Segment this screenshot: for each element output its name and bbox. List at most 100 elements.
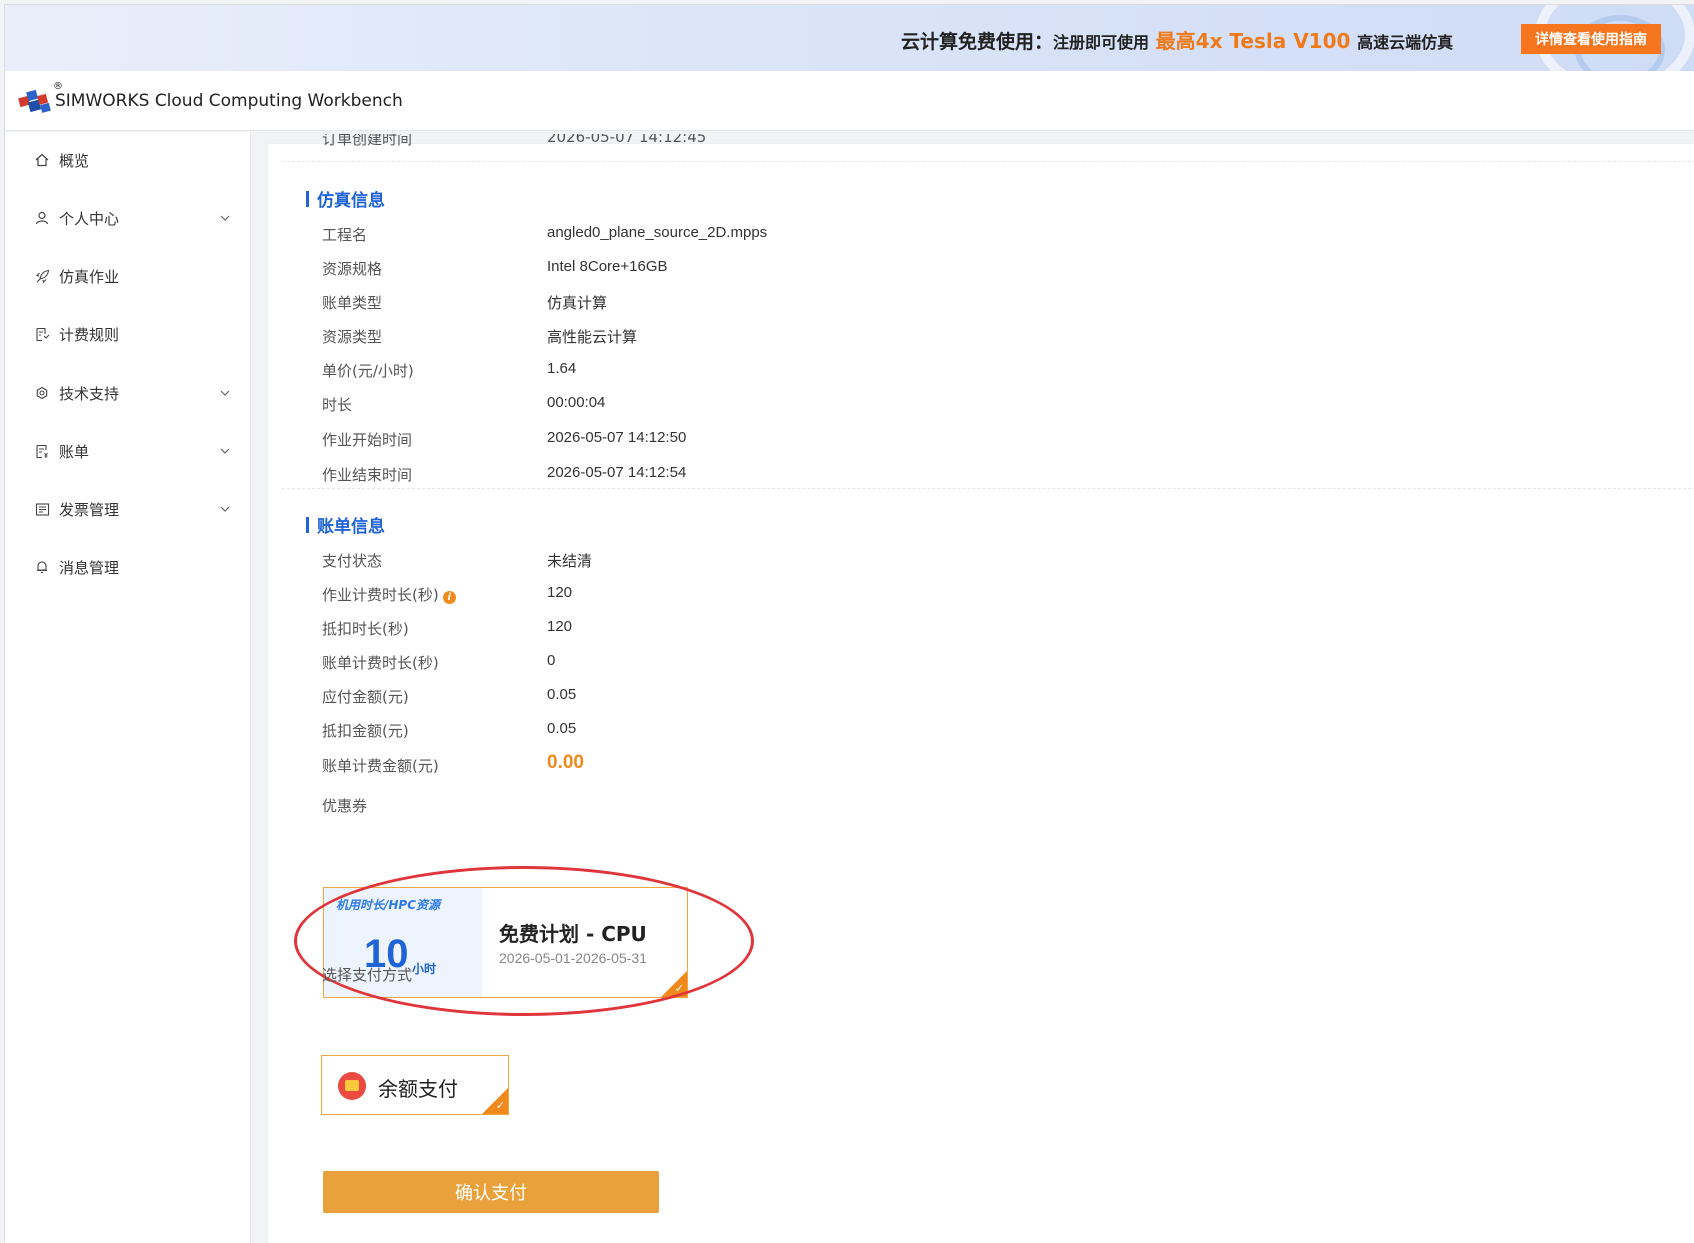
sidebar-item-simulation-jobs[interactable]: 仿真作业 — [5, 256, 251, 296]
info-row-unit-price: 单价(元/小时) 1.64 — [322, 358, 1222, 382]
chevron-down-icon[interactable] — [219, 387, 231, 399]
row-label: 资源类型 — [322, 328, 383, 346]
coupon-label-row: 优惠券 — [322, 793, 1222, 817]
info-row-bill-amount: 账单计费金额(元) 0.00 — [322, 752, 1222, 777]
row-label: 工程名 — [322, 226, 368, 244]
billing-info-title: 账单信息 — [306, 512, 385, 537]
payment-method-label: 选择支付方式 — [322, 966, 413, 984]
info-icon[interactable]: i — [442, 591, 456, 604]
section-divider — [282, 488, 1694, 489]
brand-text: SIMWORKS Cloud Computing Workbench — [55, 91, 403, 111]
sidebar-item-invoice-management[interactable]: 发票管理 — [5, 489, 251, 529]
payment-method-name: 余额支付 — [378, 1077, 458, 1101]
info-row-job-end: 作业结束时间 2026-05-07 14:12:54 — [322, 462, 1222, 486]
registered-mark: ® — [53, 81, 63, 92]
info-row-resource-spec: 资源规格 Intel 8Core+16GB — [322, 256, 1222, 280]
check-icon: ✓ — [495, 1099, 505, 1112]
order-created-value: 2026-05-07 14:12:45 — [547, 134, 707, 146]
row-value: angled0_plane_source_2D.mpps — [547, 224, 768, 241]
bill-amount-value: 0.00 — [547, 752, 584, 773]
bell-icon — [33, 558, 51, 576]
sidebar-item-label: 概览 — [59, 151, 90, 170]
promo-banner: 云计算免费使用：注册即可使用 最高4x Tesla V100 高速云端仿真 详情… — [5, 5, 1694, 71]
row-value: 2026-05-07 14:12:54 — [547, 464, 687, 481]
sidebar-item-label: 消息管理 — [59, 558, 120, 577]
row-value: 0.05 — [547, 720, 577, 737]
row-value: Intel 8Core+16GB — [547, 258, 668, 275]
row-label: 作业结束时间 — [322, 466, 413, 484]
app-window: 云计算免费使用：注册即可使用 最高4x Tesla V100 高速云端仿真 详情… — [4, 4, 1694, 1243]
title-bar — [306, 516, 309, 533]
order-created-label: 订单创建时间 — [322, 134, 413, 148]
banner-main: 云计算免费使用： — [901, 31, 1054, 53]
title-bar — [306, 190, 309, 207]
billing-info-title-text: 账单信息 — [317, 517, 385, 537]
sidebar-item-billing-rules[interactable]: 计费规则 — [5, 314, 251, 354]
row-value: 高性能云计算 — [547, 329, 638, 346]
simulation-info-title: 仿真信息 — [306, 186, 385, 211]
rocket-icon — [33, 267, 51, 285]
payment-label-row: 选择支付方式 — [322, 962, 1222, 986]
chevron-down-icon[interactable] — [219, 212, 231, 224]
order-created-row: 订单创建时间 2026-05-07 14:12:45 — [268, 134, 1068, 148]
row-value: 2026-05-07 14:12:50 — [547, 429, 687, 446]
chevron-down-icon[interactable] — [219, 445, 231, 457]
row-label: 支付状态 — [322, 552, 383, 570]
gear-icon — [33, 384, 51, 402]
row-label: 资源规格 — [322, 260, 383, 278]
section-divider — [282, 161, 1694, 162]
row-label: 作业开始时间 — [322, 431, 413, 449]
bill-icon — [33, 442, 51, 460]
top-header: ® SIMWORKS Cloud Computing Workbench — [5, 71, 1694, 131]
row-value: 00:00:04 — [547, 394, 606, 411]
rules-icon — [33, 325, 51, 343]
coupon-label: 优惠券 — [322, 797, 368, 815]
sidebar-item-label: 发票管理 — [59, 500, 120, 519]
chevron-down-icon[interactable] — [219, 503, 231, 515]
info-row-resource-type: 资源类型 高性能云计算 — [322, 324, 1222, 348]
row-label: 账单类型 — [322, 294, 383, 312]
info-row-bill-billing-duration: 账单计费时长(秒) 0 — [322, 650, 1222, 674]
row-label: 作业计费时长(秒) — [322, 586, 439, 604]
simworks-logo-icon[interactable] — [17, 85, 57, 117]
sidebar-item-personal-center[interactable]: 个人中心 — [5, 198, 251, 238]
row-value: 未结清 — [547, 553, 593, 570]
info-row-deduction-amount: 抵扣金额(元) 0.05 — [322, 718, 1222, 742]
home-icon — [33, 151, 51, 169]
confirm-payment-button[interactable]: 确认支付 — [323, 1171, 659, 1213]
info-row-payment-status: 支付状态 未结清 — [322, 548, 1222, 572]
sidebar-item-tech-support[interactable]: 技术支持 — [5, 373, 251, 413]
guide-button[interactable]: 详情查看使用指南 — [1521, 24, 1661, 54]
sidebar-item-overview[interactable]: 概览 — [5, 140, 251, 180]
row-label-wrap: 作业计费时长(秒) i — [322, 584, 456, 605]
row-value: 120 — [547, 618, 573, 635]
brand-title: ® SIMWORKS Cloud Computing Workbench — [53, 81, 403, 111]
row-value: 120 — [547, 584, 573, 601]
row-value: 0 — [547, 652, 556, 669]
row-value: 仿真计算 — [547, 295, 608, 312]
info-row-duration: 时长 00:00:04 — [322, 392, 1222, 416]
sidebar-item-label: 个人中心 — [59, 209, 120, 228]
row-value: 0.05 — [547, 686, 577, 703]
simulation-info-title-text: 仿真信息 — [317, 191, 385, 211]
row-label: 账单计费金额(元) — [322, 757, 439, 775]
sidebar: 概览 个人中心 仿真作业 计费规则 技术支持 账单 发票管理 消息管理 — [5, 132, 251, 1243]
invoice-icon — [33, 500, 51, 518]
row-label: 抵扣金额(元) — [322, 722, 409, 740]
banner-sub: 注册即可使用 — [1053, 33, 1150, 52]
balance-payment-option[interactable]: 余额支付 ✓ — [321, 1055, 509, 1115]
coupon-tag: 机用时长/HPC资源 — [336, 898, 441, 912]
sidebar-item-message-management[interactable]: 消息管理 — [5, 547, 251, 587]
row-label: 时长 — [322, 396, 353, 414]
sidebar-item-label: 账单 — [59, 442, 90, 461]
row-label: 抵扣时长(秒) — [322, 620, 409, 638]
sidebar-item-label: 技术支持 — [59, 384, 120, 403]
info-row-amount-payable: 应付金额(元) 0.05 — [322, 684, 1222, 708]
row-label: 单价(元/小时) — [322, 362, 414, 380]
coupon-name: 免费计划 - CPU — [499, 922, 647, 946]
sidebar-item-bills[interactable]: 账单 — [5, 431, 251, 471]
info-row-job-start: 作业开始时间 2026-05-07 14:12:50 — [322, 427, 1222, 451]
sidebar-item-label: 计费规则 — [59, 325, 120, 344]
order-detail-panel: 订单创建时间 2026-05-07 14:12:45 仿真信息 工程名 angle… — [267, 134, 1694, 1243]
wallet-icon — [338, 1072, 366, 1100]
